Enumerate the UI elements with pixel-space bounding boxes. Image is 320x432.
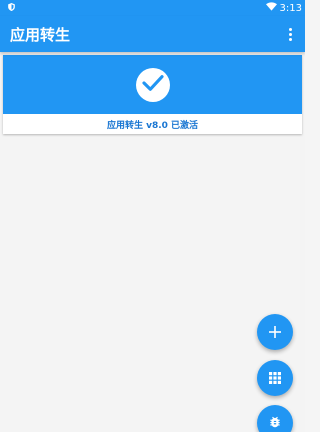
wifi-icon — [265, 2, 277, 14]
more-vert-icon[interactable] — [283, 24, 297, 44]
bug-fab-button[interactable] — [257, 405, 293, 432]
status-bar: 3:13 — [0, 0, 305, 16]
activation-status-text: 应用转生 v8.0 已激活 — [106, 120, 199, 131]
status-time: 3:13 — [279, 2, 302, 14]
activation-status-card[interactable]: 应用转生 v8.0 已激活 — [3, 55, 302, 134]
app-toolbar: 应用转生 — [0, 16, 305, 52]
app-screen: 3:13 应用转生 应用转生 v8.0 已激活 — [0, 0, 305, 432]
apps-fab-button[interactable] — [257, 360, 293, 396]
check-circle — [135, 67, 170, 102]
status-bar-left — [8, 2, 15, 14]
status-banner — [3, 55, 302, 114]
shield-notification-icon — [8, 2, 15, 14]
status-bar-right: 3:13 — [265, 2, 302, 14]
check-icon — [141, 74, 164, 96]
plus-icon — [269, 323, 281, 342]
app-title: 应用转生 — [10, 25, 71, 44]
bug-icon — [268, 414, 282, 432]
add-fab-button[interactable] — [257, 314, 293, 350]
grid-icon — [269, 369, 281, 388]
